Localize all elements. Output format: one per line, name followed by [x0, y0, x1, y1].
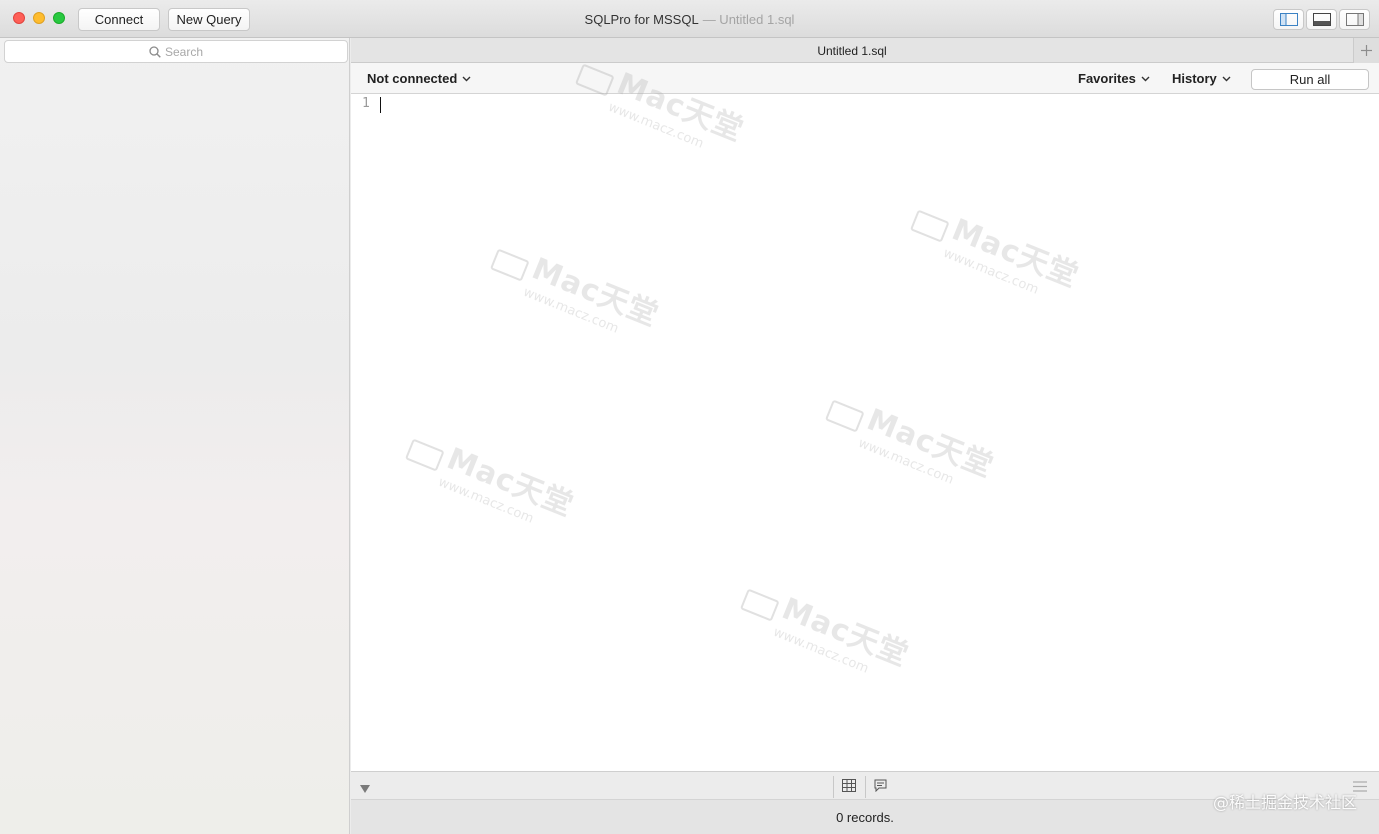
- line-number: 1: [362, 96, 370, 111]
- watermark: Mac天堂www.macz.com: [484, 229, 666, 348]
- search-placeholder: Search: [164, 44, 204, 59]
- triangle-down-icon: [360, 785, 370, 793]
- chevron-down-icon: [1222, 76, 1231, 82]
- sidebar: Search: [0, 38, 350, 834]
- toggle-right-panel-button[interactable]: [1339, 9, 1370, 30]
- close-window-button[interactable]: [13, 12, 25, 24]
- search-icon: [149, 45, 161, 58]
- main-panel: Untitled 1.sql Not connected Favorites H…: [351, 38, 1379, 834]
- query-toolbar: Not connected Favorites History Run all: [351, 63, 1379, 94]
- watermark: Mac天堂www.macz.com: [904, 190, 1086, 309]
- toggle-bottom-panel-button[interactable]: [1306, 9, 1337, 30]
- sql-editor[interactable]: 1 Mac天堂 www.macz.com Mac天堂 www.macz.com Ma…: [351, 63, 1379, 834]
- plus-icon: [1361, 45, 1372, 56]
- right-panel-icon: [1345, 13, 1364, 26]
- corner-watermark-text: @稀土掘金技术社区: [1212, 793, 1357, 812]
- toggle-sidebar-button[interactable]: [1273, 9, 1304, 30]
- watermark: Mac天堂www.macz.com: [819, 380, 1001, 499]
- watermark: Mac天堂www.macz.com: [399, 419, 581, 538]
- search-input[interactable]: Search: [4, 40, 348, 63]
- divider: [833, 776, 834, 798]
- message-icon: [874, 779, 887, 793]
- add-tab-button[interactable]: [1353, 38, 1379, 63]
- left-sidebar-icon: [1279, 13, 1298, 26]
- collapse-results-button[interactable]: [360, 781, 370, 796]
- grid-icon: [842, 779, 856, 792]
- records-count: 0 records.: [836, 809, 894, 825]
- document-title: — Untitled 1.sql: [702, 11, 795, 27]
- tab-bar: Untitled 1.sql: [351, 38, 1379, 63]
- connection-dropdown[interactable]: Not connected: [367, 63, 471, 94]
- tab-untitled-1[interactable]: Untitled 1.sql: [351, 38, 1353, 63]
- chevron-down-icon: [1141, 76, 1150, 82]
- new-query-button[interactable]: New Query: [168, 8, 250, 31]
- title-bar: Connect New Query SQLPro for MSSQL — Unt…: [0, 0, 1379, 38]
- bottom-panel-icon: [1312, 13, 1331, 26]
- divider: [865, 776, 866, 798]
- connection-label: Not connected: [367, 71, 458, 86]
- chevron-down-icon: [462, 76, 471, 82]
- favorites-label: Favorites: [1078, 71, 1136, 86]
- app-title: SQLPro for MSSQL: [584, 11, 699, 27]
- minimize-window-button[interactable]: [33, 12, 45, 24]
- history-dropdown[interactable]: History: [1172, 63, 1231, 94]
- run-all-button[interactable]: Run all: [1251, 69, 1369, 90]
- favorites-dropdown[interactable]: Favorites: [1078, 63, 1150, 94]
- grid-view-button[interactable]: [842, 779, 856, 795]
- watermark: Mac天堂www.macz.com: [734, 569, 916, 688]
- connect-button[interactable]: Connect: [78, 8, 160, 31]
- text-caret: [380, 97, 381, 113]
- messages-view-button[interactable]: [874, 779, 887, 795]
- zoom-window-button[interactable]: [53, 12, 65, 24]
- history-label: History: [1172, 71, 1217, 86]
